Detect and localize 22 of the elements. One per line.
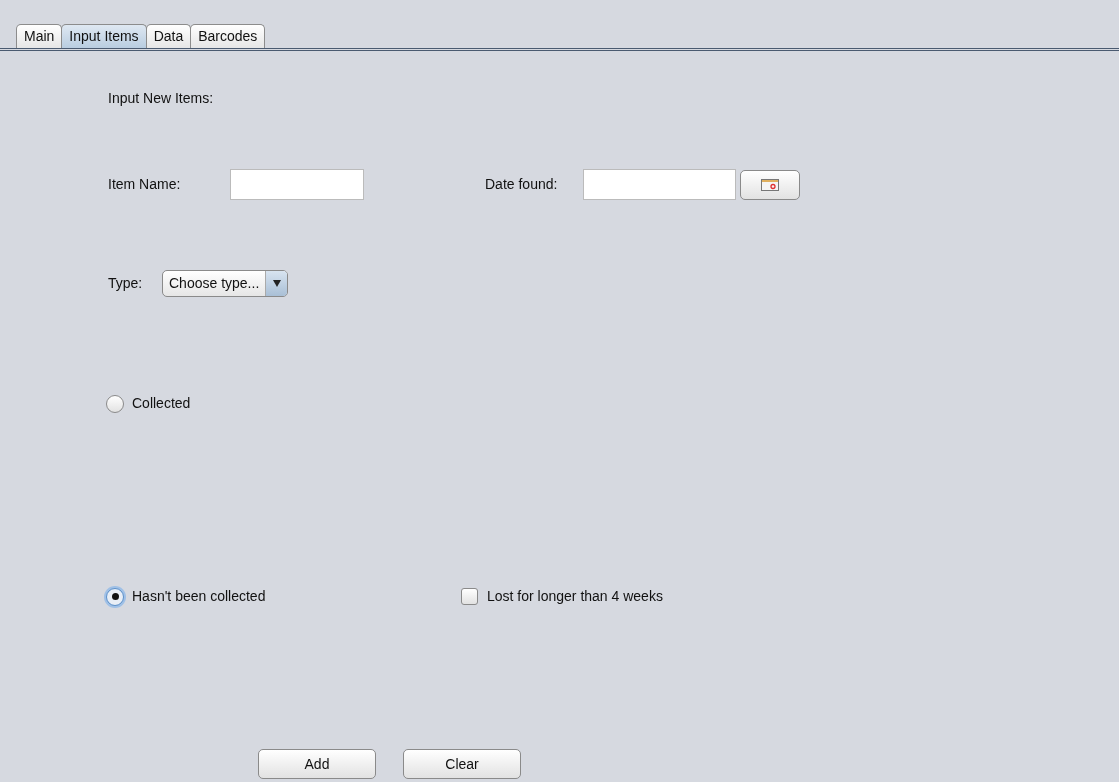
dropdown-arrow-icon bbox=[272, 280, 281, 287]
field-label: Item Name: bbox=[108, 175, 182, 194]
tab[interactable]: Input Items bbox=[61, 24, 147, 48]
type-dropdown[interactable]: Choose type... bbox=[162, 270, 289, 297]
action-button[interactable]: Add bbox=[258, 749, 376, 779]
field-label: Date found: bbox=[485, 175, 559, 194]
field-label: Type: bbox=[108, 274, 144, 293]
section-heading: Input New Items: bbox=[108, 89, 215, 108]
radio-label: Hasn't been collected bbox=[132, 587, 266, 606]
radio-button[interactable] bbox=[106, 394, 124, 413]
radio-label: Collected bbox=[132, 394, 191, 413]
calendar-button[interactable] bbox=[740, 169, 800, 200]
action-button[interactable]: Clear bbox=[403, 749, 521, 779]
tab[interactable]: Barcodes bbox=[190, 24, 266, 48]
input-field[interactable] bbox=[230, 169, 364, 200]
radio-button[interactable] bbox=[106, 587, 124, 606]
checkbox-label: Lost for longer than 4 weeks bbox=[487, 587, 663, 606]
calendar-icon bbox=[761, 178, 779, 191]
tab[interactable]: Main bbox=[16, 24, 63, 48]
tab[interactable]: Data bbox=[145, 24, 192, 48]
input-field[interactable] bbox=[583, 169, 736, 200]
checkbox[interactable] bbox=[461, 588, 478, 605]
